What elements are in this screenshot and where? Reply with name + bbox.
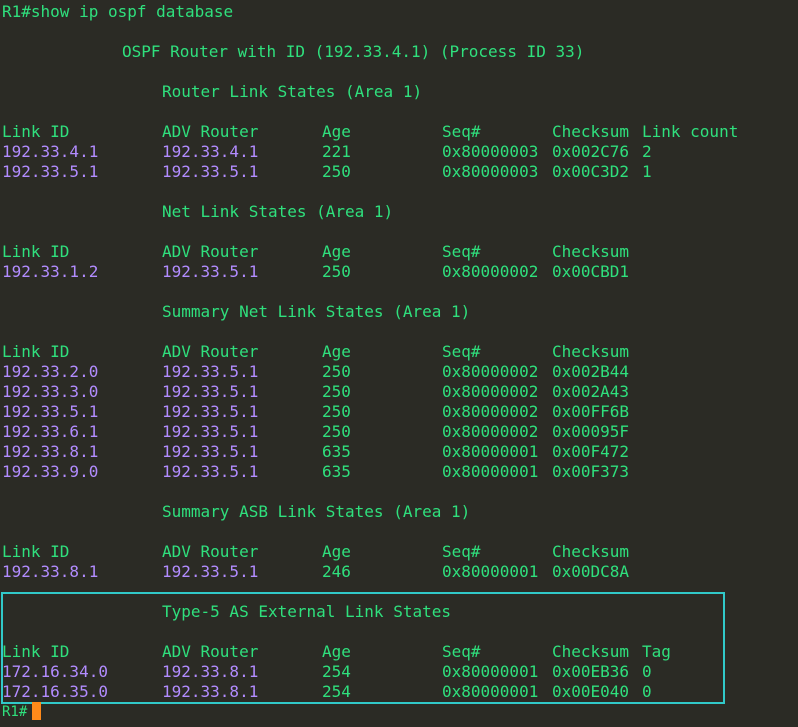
table-row: 192.33.6.1 192.33.5.1 250 0x80000002 0x00095…	[2, 422, 798, 442]
command-line: R1#show ip ospf database	[2, 2, 234, 21]
column-header: Checksum	[552, 122, 630, 141]
table-cell: 250	[322, 402, 351, 421]
table-cell: 0x00095F	[552, 422, 630, 441]
table-cell: 0x002C76	[552, 142, 630, 161]
table-cell: 0x00C3D2	[552, 162, 630, 181]
table-cell: 192.33.8.1	[2, 442, 99, 461]
column-header: Link ID	[2, 542, 70, 561]
column-header: Age	[322, 542, 351, 561]
final-prompt: R1#	[2, 704, 28, 720]
column-header: Seq#	[442, 242, 481, 261]
column-header: ADV Router	[162, 542, 259, 561]
section-title: Summary Net Link States (Area 1)	[162, 302, 471, 321]
table-cell: 192.33.6.1	[2, 422, 99, 441]
table-row: 192.33.9.0 192.33.5.1 635 0x80000001 0x00F37…	[2, 462, 798, 482]
column-header: ADV Router	[162, 122, 259, 141]
section-title: Summary ASB Link States (Area 1)	[162, 502, 471, 521]
column-header-row: Link ID ADV Router Age Seq# Checksum	[2, 242, 798, 262]
table-cell: 0x80000002	[442, 402, 539, 421]
table-cell: 0x00F373	[552, 462, 630, 481]
table-cell: 192.33.4.1	[162, 142, 259, 161]
table-cell: 0x80000001	[442, 462, 539, 481]
terminal-window[interactable]: R1#show ip ospf database OSPF Router wit…	[0, 0, 798, 727]
column-header-row: Link ID ADV Router Age Seq# Checksum	[2, 542, 798, 562]
table-cell: 192.33.1.2	[2, 262, 99, 281]
table-cell: 221	[322, 142, 351, 161]
column-header: ADV Router	[162, 242, 259, 261]
table-cell: 192.33.9.0	[2, 462, 99, 481]
table-cell: 250	[322, 262, 351, 281]
table-cell: 192.33.5.1	[2, 162, 99, 181]
table-cell: 250	[322, 382, 351, 401]
column-header: Age	[322, 242, 351, 261]
table-cell: 635	[322, 462, 351, 481]
table-cell: 250	[322, 422, 351, 441]
column-header: Seq#	[442, 542, 481, 561]
column-header: Checksum	[552, 242, 630, 261]
table-cell: 0x80000003	[442, 142, 539, 161]
table-cell: 192.33.3.0	[2, 382, 99, 401]
table-cell: 192.33.5.1	[162, 262, 259, 281]
table-cell: 192.33.5.1	[162, 382, 259, 401]
column-header-row: Link ID ADV Router Age Seq# Checksum	[2, 342, 798, 362]
table-row: 192.33.3.0 192.33.5.1 250 0x80000002 0x002A4…	[2, 382, 798, 402]
table-cell: 0x00F472	[552, 442, 630, 461]
section-title: Router Link States (Area 1)	[162, 82, 423, 101]
table-cell: 192.33.5.1	[162, 442, 259, 461]
table-cell: 192.33.5.1	[162, 362, 259, 381]
column-header: ADV Router	[162, 342, 259, 361]
column-header: Link count	[642, 122, 739, 141]
table-cell: 246	[322, 562, 351, 581]
table-cell: 192.33.5.1	[162, 562, 259, 581]
table-cell: 192.33.4.1	[2, 142, 99, 161]
table-cell: 0x80000003	[442, 162, 539, 181]
column-header: Link ID	[2, 122, 70, 141]
table-row: 192.33.1.2 192.33.5.1 250 0x80000002 0x00CBD…	[2, 262, 798, 282]
table-cell: 0x002A43	[552, 382, 630, 401]
table-cell: 250	[322, 162, 351, 181]
table-cell: 192.33.5.1	[162, 162, 259, 181]
table-cell: 192.33.5.1	[162, 462, 259, 481]
column-header: Age	[322, 122, 351, 141]
table-row: 192.33.8.1 192.33.5.1 635 0x80000001 0x00F47…	[2, 442, 798, 462]
column-header: Age	[322, 342, 351, 361]
column-header: Checksum	[552, 342, 630, 361]
cursor-icon	[32, 702, 41, 720]
table-cell: 0x80000002	[442, 262, 539, 281]
table-cell: 0x80000001	[442, 442, 539, 461]
table-cell: 0x80000001	[442, 562, 539, 581]
table-cell: 192.33.5.1	[162, 422, 259, 441]
table-cell: 2	[642, 142, 652, 161]
table-cell: 1	[642, 162, 652, 181]
column-header: Seq#	[442, 122, 481, 141]
table-cell: 0x00DC8A	[552, 562, 630, 581]
table-cell: 192.33.2.0	[2, 362, 99, 381]
ospf-header: OSPF Router with ID (192.33.4.1) (Proces…	[122, 42, 585, 61]
table-row: 192.33.8.1 192.33.5.1 246 0x80000001 0x00DC8…	[2, 562, 798, 582]
table-cell: 0x80000002	[442, 422, 539, 441]
table-cell: 250	[322, 362, 351, 381]
table-cell: 0x80000002	[442, 362, 539, 381]
column-header-row: Link ID ADV Router Age Seq# Checksum Link cou…	[2, 122, 798, 142]
highlight-box	[1, 592, 725, 704]
table-cell: 0x00FF6B	[552, 402, 630, 421]
table-cell: 0x00CBD1	[552, 262, 630, 281]
table-cell: 0x002B44	[552, 362, 630, 381]
table-cell: 192.33.5.1	[162, 402, 259, 421]
table-row: 192.33.4.1 192.33.4.1 221 0x80000003 0x002C7…	[2, 142, 798, 162]
table-row: 192.33.5.1 192.33.5.1 250 0x80000003 0x00C3D…	[2, 162, 798, 182]
table-cell: 635	[322, 442, 351, 461]
table-cell: 192.33.8.1	[2, 562, 99, 581]
column-header: Link ID	[2, 342, 70, 361]
table-cell: 192.33.5.1	[2, 402, 99, 421]
section-title: Net Link States (Area 1)	[162, 202, 394, 221]
column-header: Link ID	[2, 242, 70, 261]
table-row: 192.33.2.0 192.33.5.1 250 0x80000002 0x002B4…	[2, 362, 798, 382]
column-header: Checksum	[552, 542, 630, 561]
table-row: 192.33.5.1 192.33.5.1 250 0x80000002 0x00FF6…	[2, 402, 798, 422]
column-header: Seq#	[442, 342, 481, 361]
table-cell: 0x80000002	[442, 382, 539, 401]
